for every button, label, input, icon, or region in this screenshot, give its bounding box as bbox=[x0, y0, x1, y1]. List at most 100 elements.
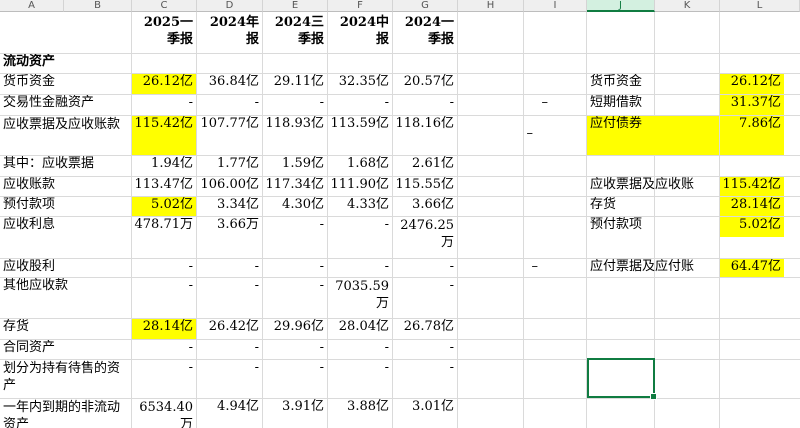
cell-prepay-d[interactable]: 3.34亿 bbox=[197, 197, 262, 216]
side-value-notes-ar[interactable]: 115.42亿 bbox=[720, 177, 784, 196]
cell-cash-f[interactable]: 32.35亿 bbox=[328, 74, 392, 94]
cell-inventory-f[interactable]: 28.04亿 bbox=[328, 319, 392, 339]
row-label-noncurrent[interactable]: 一年内到期的非流动资产 bbox=[0, 399, 131, 428]
column-header-f[interactable]: F bbox=[328, 0, 393, 12]
cell-interest-c[interactable]: 478.71万 bbox=[132, 217, 196, 258]
cell-other-ar-e[interactable]: - bbox=[263, 278, 327, 318]
column-header-b[interactable]: B bbox=[64, 0, 132, 12]
cell-notes-f[interactable]: 1.68亿 bbox=[328, 156, 392, 176]
active-cell-selection[interactable] bbox=[587, 358, 657, 400]
column-header-k[interactable]: K bbox=[655, 0, 720, 12]
column-header-e[interactable]: E bbox=[263, 0, 328, 12]
row-label-notes-ar[interactable]: 应收票据及应收账款 bbox=[0, 116, 131, 155]
cell-trading-e[interactable]: - bbox=[263, 95, 327, 115]
side-value-bonds[interactable]: 7.86亿 bbox=[720, 116, 784, 155]
cell-cash-d[interactable]: 36.84亿 bbox=[197, 74, 262, 94]
cell-noncurrent-d[interactable]: 4.94亿 bbox=[197, 399, 262, 428]
cell-dividend-g[interactable]: - bbox=[393, 259, 457, 277]
side-label-prepay[interactable]: 预付款项 bbox=[587, 217, 719, 237]
row-label-interest[interactable]: 应收利息 bbox=[0, 217, 131, 258]
cell-dividend-c[interactable]: - bbox=[132, 259, 196, 277]
cell-noncurrent-g[interactable]: 3.01亿 bbox=[393, 399, 457, 428]
col-title-2024q1[interactable]: 2024一 季报 bbox=[393, 14, 457, 53]
cell-notes-e[interactable]: 1.59亿 bbox=[263, 156, 327, 176]
cell-trading-f[interactable]: - bbox=[328, 95, 392, 115]
side-value-prepay[interactable]: 5.02亿 bbox=[720, 217, 784, 237]
row-label-held-sale[interactable]: 划分为持有待售的资产 bbox=[0, 360, 131, 398]
cell-contract-g[interactable]: - bbox=[393, 340, 457, 359]
row-label-other-ar[interactable]: 其他应收款 bbox=[0, 278, 131, 318]
side-value-cash[interactable]: 26.12亿 bbox=[720, 74, 784, 94]
cell-held-sale-e[interactable]: - bbox=[263, 360, 327, 398]
cell-other-ar-f[interactable]: 7035.59万 bbox=[328, 278, 392, 318]
cell-notes-ar-e[interactable]: 118.93亿 bbox=[263, 116, 327, 155]
row-label-notes[interactable]: 其中：应收票据 bbox=[0, 156, 131, 176]
cell-ar-d[interactable]: 106.00亿 bbox=[197, 177, 262, 196]
cell-notes-ar-f[interactable]: 113.59亿 bbox=[328, 116, 392, 155]
cell-prepay-f[interactable]: 4.33亿 bbox=[328, 197, 392, 216]
cell-other-ar-g[interactable]: - bbox=[393, 278, 457, 318]
cell-dividend-e[interactable]: - bbox=[263, 259, 327, 277]
column-header-h[interactable]: H bbox=[458, 0, 524, 12]
cell-noncurrent-c[interactable]: 6534.40万 bbox=[132, 399, 196, 428]
col-title-2024-annual[interactable]: 2024年报 bbox=[197, 14, 262, 53]
side-value-inventory[interactable]: 28.14亿 bbox=[720, 197, 784, 216]
side-label-cash[interactable]: 货币资金 bbox=[587, 74, 719, 94]
column-header-g[interactable]: G bbox=[393, 0, 458, 12]
cell-other-ar-c[interactable]: - bbox=[132, 278, 196, 318]
row-label-inventory[interactable]: 存货 bbox=[0, 319, 131, 339]
cell-noncurrent-f[interactable]: 3.88亿 bbox=[328, 399, 392, 428]
cell-held-sale-d[interactable]: - bbox=[197, 360, 262, 398]
cell-interest-f[interactable]: - bbox=[328, 217, 392, 258]
cell-notes-ar-c[interactable]: 115.42亿 bbox=[132, 116, 196, 155]
cell-cash-e[interactable]: 29.11亿 bbox=[263, 74, 327, 94]
cell-trading-d[interactable]: - bbox=[197, 95, 262, 115]
col-title-2024q3[interactable]: 2024三 季报 bbox=[263, 14, 327, 53]
spreadsheet-grid[interactable]: A B C D E F G H I J K L 2025一 季报 2024年报 2… bbox=[0, 0, 800, 428]
cell-dividend-d[interactable]: - bbox=[197, 259, 262, 277]
cell-held-sale-f[interactable]: - bbox=[328, 360, 392, 398]
cell-ar-g[interactable]: 115.55亿 bbox=[393, 177, 457, 196]
cell-notes-d[interactable]: 1.77亿 bbox=[197, 156, 262, 176]
column-header-l[interactable]: L bbox=[720, 0, 800, 12]
column-header-d[interactable]: D bbox=[197, 0, 263, 12]
column-header-i[interactable]: I bbox=[524, 0, 587, 12]
side-value-short-loan[interactable]: 31.37亿 bbox=[720, 95, 784, 115]
cell-contract-e[interactable]: - bbox=[263, 340, 327, 359]
cell-inventory-c[interactable]: 28.14亿 bbox=[132, 319, 196, 339]
cell-ar-c[interactable]: 113.47亿 bbox=[132, 177, 196, 196]
cell-notes-ar-g[interactable]: 118.16亿 bbox=[393, 116, 457, 155]
row-label-prepay[interactable]: 预付款项 bbox=[0, 197, 131, 216]
side-label-payables[interactable]: 应付票据及应付账 bbox=[587, 259, 719, 277]
cell-inventory-g[interactable]: 26.78亿 bbox=[393, 319, 457, 339]
column-header-c[interactable]: C bbox=[132, 0, 197, 12]
cell-cash-c[interactable]: 26.12亿 bbox=[132, 74, 196, 94]
cell-interest-d[interactable]: 3.66万 bbox=[197, 217, 262, 258]
cell-trading-g[interactable]: - bbox=[393, 95, 457, 115]
cell-inventory-e[interactable]: 29.96亿 bbox=[263, 319, 327, 339]
column-header-j[interactable]: J bbox=[587, 0, 655, 12]
cell-held-sale-g[interactable]: - bbox=[393, 360, 457, 398]
cell-contract-f[interactable]: - bbox=[328, 340, 392, 359]
cell-prepay-g[interactable]: 3.66亿 bbox=[393, 197, 457, 216]
cell-prepay-e[interactable]: 4.30亿 bbox=[263, 197, 327, 216]
side-value-payables[interactable]: 64.47亿 bbox=[720, 259, 784, 277]
cell-inventory-d[interactable]: 26.42亿 bbox=[197, 319, 262, 339]
row-label-ar[interactable]: 应收账款 bbox=[0, 177, 131, 196]
side-label-inventory[interactable]: 存货 bbox=[587, 197, 719, 216]
row-label-contract[interactable]: 合同资产 bbox=[0, 340, 131, 359]
cell-prepay-c[interactable]: 5.02亿 bbox=[132, 197, 196, 216]
cell-trading-c[interactable]: - bbox=[132, 95, 196, 115]
cell-contract-c[interactable]: - bbox=[132, 340, 196, 359]
col-title-2025q1[interactable]: 2025一 季报 bbox=[132, 14, 196, 53]
column-header-a[interactable]: A bbox=[0, 0, 64, 12]
cell-held-sale-c[interactable]: - bbox=[132, 360, 196, 398]
section-title[interactable]: 流动资产 bbox=[0, 54, 131, 73]
row-label-dividend[interactable]: 应收股利 bbox=[0, 259, 131, 277]
cell-interest-e[interactable]: - bbox=[263, 217, 327, 258]
cell-noncurrent-e[interactable]: 3.91亿 bbox=[263, 399, 327, 428]
cell-other-ar-d[interactable]: - bbox=[197, 278, 262, 318]
row-label-trading[interactable]: 交易性金融资产 bbox=[0, 95, 131, 115]
col-title-2024-interim[interactable]: 2024中报 bbox=[328, 14, 392, 53]
cell-interest-g[interactable]: 2476.25万 bbox=[393, 217, 457, 258]
